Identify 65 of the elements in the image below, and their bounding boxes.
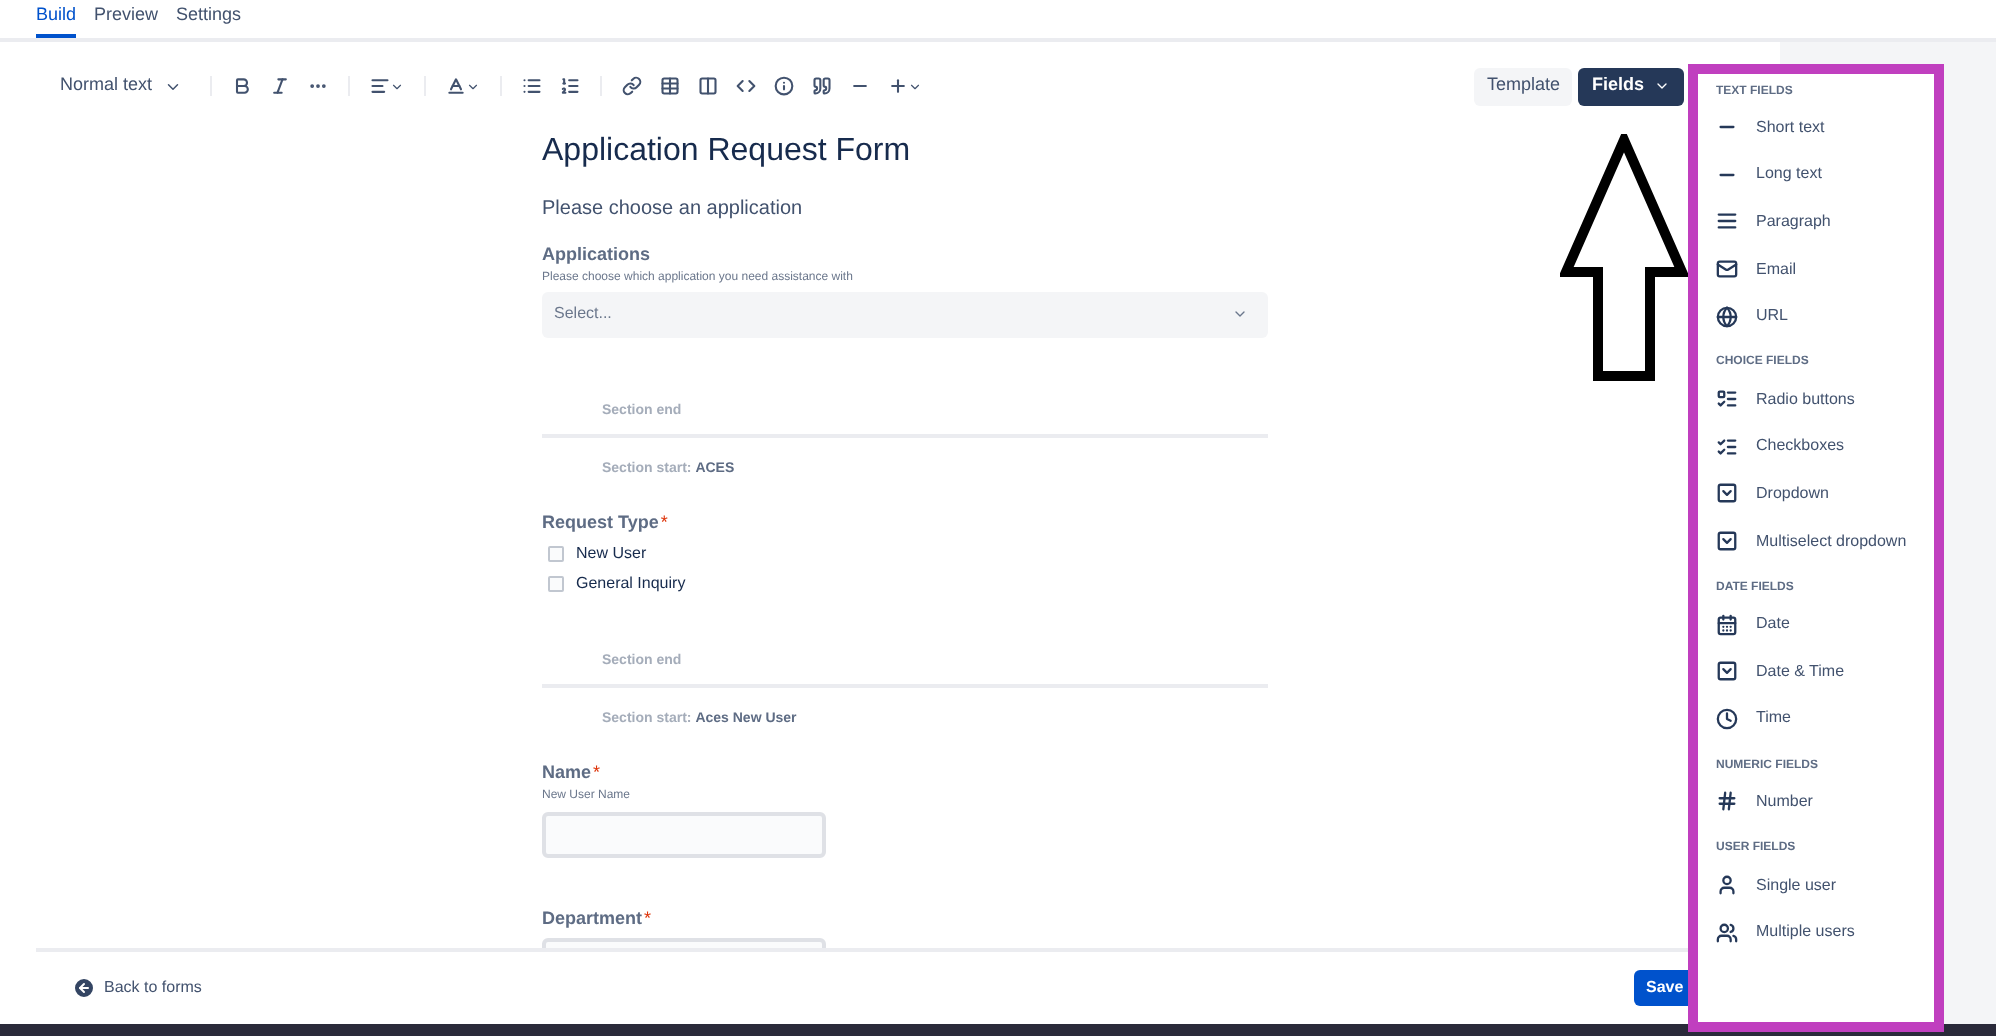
table-icon[interactable] [660,76,681,96]
columns-icon[interactable] [698,76,719,96]
menu-item[interactable]: Radio buttons [1716,375,1934,424]
checkbox[interactable] [548,546,564,562]
menu-item[interactable]: Dropdown [1716,470,1934,518]
menu-item[interactable]: Short text [1716,104,1934,152]
checkbox-list-icon [1716,435,1738,458]
checkbox-label: New User [576,542,647,566]
template-button[interactable]: Template [1474,67,1572,105]
menu-item[interactable]: Date [1716,600,1934,648]
required-mark: * [660,509,668,535]
form-intro: Please choose an application [542,196,805,224]
dropdown-icon [1716,530,1738,553]
menu-item[interactable]: Paragraph [1716,198,1934,246]
users-icon [1716,921,1738,944]
text-field[interactable] [542,811,826,857]
form-title: Application Request Form [542,132,913,172]
field-label: Department [542,905,643,932]
text-style-dropdown[interactable]: Normal text [60,72,211,100]
select-field[interactable]: Select... [542,291,1268,337]
menu-item[interactable]: Multiple users [1716,908,1934,956]
code-icon[interactable] [736,76,757,96]
menu-item[interactable]: Email [1716,245,1934,293]
field-label: Applications [542,242,651,268]
lines-icon [1716,210,1738,233]
menu-item[interactable]: URL [1716,292,1934,340]
clock-icon [1716,707,1738,730]
globe-icon [1716,305,1738,328]
menu-item[interactable]: Long text [1716,151,1934,199]
menu-item[interactable]: Multiselect dropdown [1716,517,1934,565]
menu-item[interactable]: Number [1716,778,1934,826]
link-icon[interactable] [622,76,643,96]
fields-button[interactable]: Fields [1577,67,1684,105]
dropdown-icon [1716,660,1738,683]
dropdown-icon [1716,482,1738,505]
calendar-icon [1716,613,1738,636]
info-icon[interactable] [774,76,795,96]
tab[interactable]: Settings [176,1,242,38]
numbered-list-icon[interactable] [560,76,581,96]
field-label: Request Type [542,509,659,536]
menu-item[interactable]: Single user [1716,861,1934,909]
checkbox[interactable] [548,576,564,592]
field-label: Name [542,760,592,786]
tab[interactable]: Build [36,1,77,38]
menu-item[interactable]: Time [1716,695,1934,743]
envelope-icon [1716,258,1738,281]
checkbox-label: General Inquiry [576,572,686,596]
chevron-icon [1654,78,1670,94]
text-color-icon[interactable] [446,76,481,96]
user-icon [1716,874,1738,897]
radio-list-icon [1716,388,1738,411]
back-link[interactable]: Back to forms [72,976,202,1000]
tab[interactable]: Preview [94,1,159,38]
chevron-icon [1232,306,1248,322]
italic-icon[interactable] [270,76,291,96]
align-icon[interactable] [370,76,405,96]
quote-icon[interactable] [812,76,833,96]
bullet-list-icon[interactable] [522,76,543,96]
required-mark: * [644,905,652,931]
menu-item[interactable]: Date & Time [1716,647,1934,696]
menu-item[interactable]: Checkboxes [1716,423,1934,471]
number-icon [1716,790,1738,813]
plus-icon[interactable] [888,76,923,96]
required-mark: * [593,760,601,786]
bold-icon[interactable] [232,76,253,96]
